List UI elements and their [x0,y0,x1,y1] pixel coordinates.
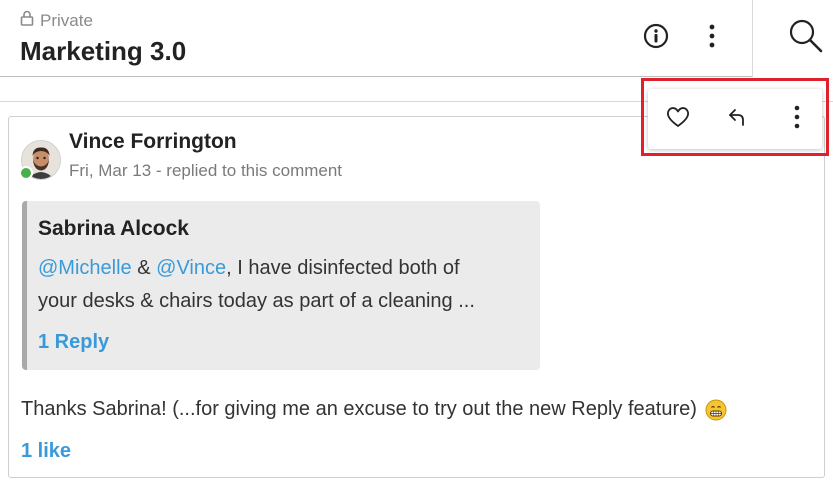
likes-count-link[interactable]: 1 like [21,440,71,463]
page-title: Marketing 3.0 [20,36,187,66]
quoted-text-line-2: your desks & chairs today as part of a c… [38,290,475,312]
comment-body: Thanks Sabrina! (...for giving me an exc… [21,398,727,421]
privacy-indicator: Private [20,10,93,31]
comment-body-text: Thanks Sabrina! (...for giving me an exc… [21,398,697,420]
comment-meta: Fri, Mar 13 - replied to this comment [69,161,343,180]
quoted-author: Sabrina Alcock [38,217,189,240]
like-button[interactable] [662,103,694,135]
info-button[interactable] [638,20,674,56]
heart-icon [665,105,691,134]
header-divider [752,0,753,77]
ampersand-text: & [137,257,151,279]
reply-count-link[interactable]: 1 Reply [38,331,109,354]
mention-vince[interactable]: @Vince [156,257,226,279]
search-button[interactable] [784,16,828,60]
comment-more-options-button[interactable] [781,103,813,135]
reply-button[interactable] [721,103,753,135]
mention-michelle[interactable]: @Michelle [38,257,132,279]
search-icon [788,18,824,59]
header-bottom-border [0,76,752,77]
comment-author[interactable]: Vince Forrington [69,130,237,154]
more-vertical-icon [708,24,716,53]
privacy-label: Private [40,10,93,30]
info-icon [643,23,669,54]
lock-icon [20,10,34,31]
grinning-face-emoji-icon [705,399,727,421]
more-vertical-icon [793,105,801,134]
quoted-text-line-1: @Michelle & @Vince, I have disinfected b… [38,257,460,280]
online-status-dot [19,166,33,180]
quoted-text-rest: , I have disinfected both of [226,257,460,279]
more-options-button[interactable] [694,20,730,56]
reply-arrow-icon [726,106,748,133]
